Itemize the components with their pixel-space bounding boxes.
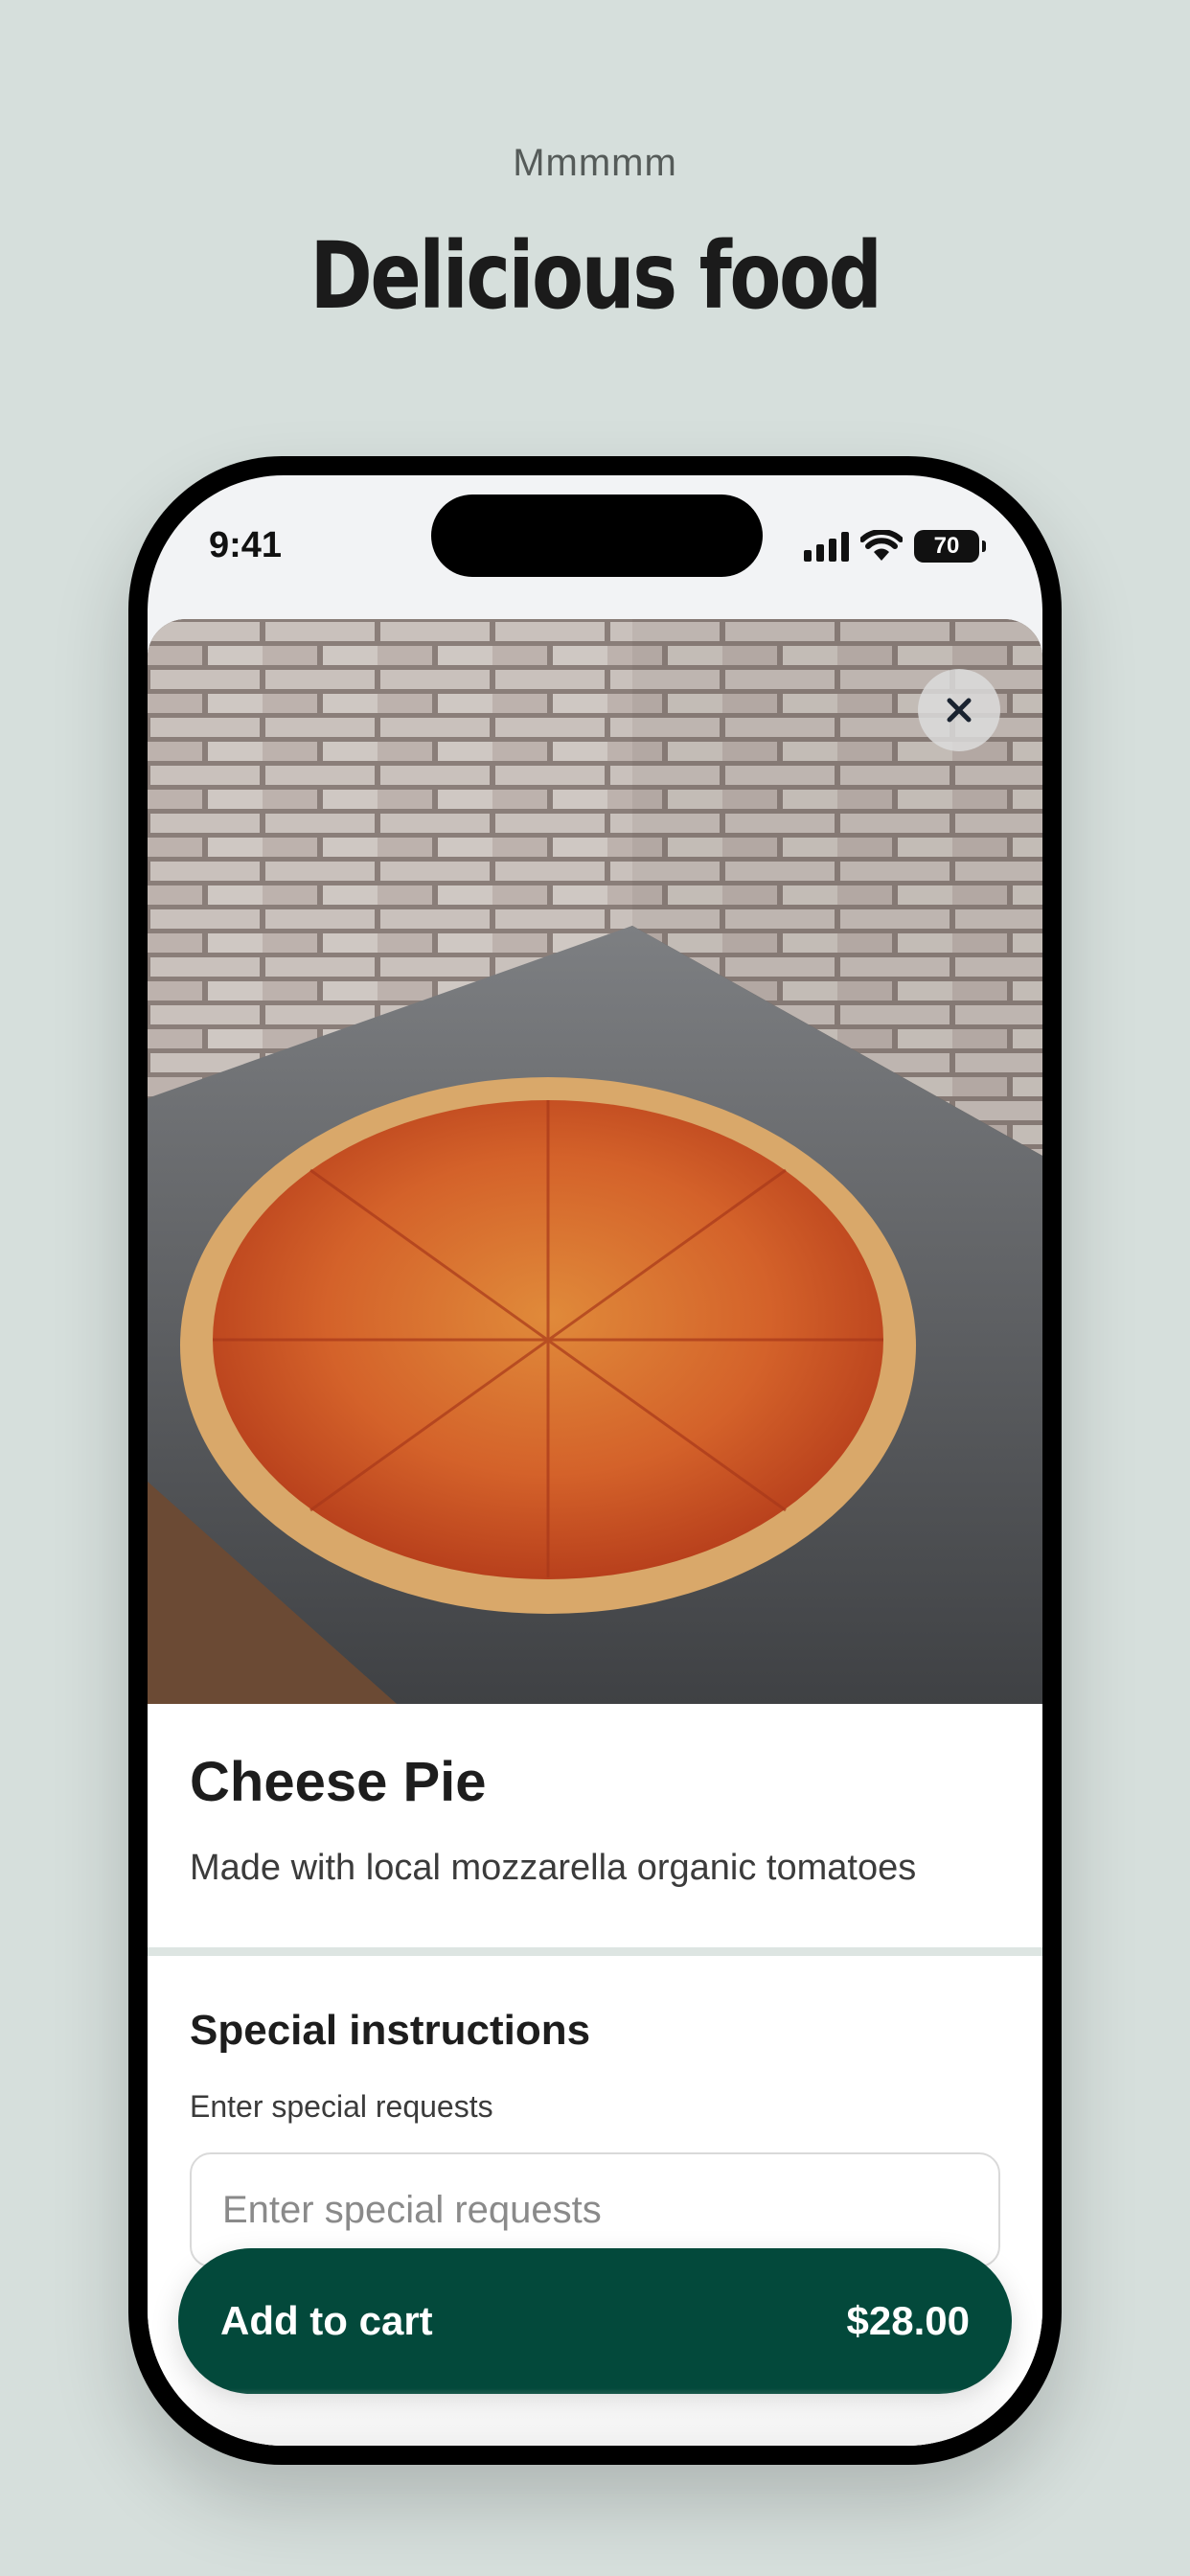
dynamic-island [431, 494, 763, 577]
home-indicator-area [148, 2388, 1042, 2446]
battery-icon: 70 [914, 530, 986, 563]
item-description: Made with local mozzarella organic tomat… [190, 1848, 917, 1888]
signal-icon [804, 531, 849, 562]
item-title: Cheese Pie [190, 1751, 487, 1813]
instructions-title: Special instructions [190, 2007, 591, 2054]
add-to-cart-label: Add to cart [220, 2298, 433, 2343]
item-sheet: Cheese Pie Made with local mozzarella or… [148, 619, 1042, 2446]
status-icons: 70 [804, 527, 986, 565]
phone-frame: 9:41 70 Cheese Pie Made with local mozza… [128, 456, 1062, 2465]
instructions-label: Enter special requests [190, 2089, 493, 2124]
pizza-photo [148, 619, 1042, 1704]
close-button[interactable] [918, 669, 1000, 751]
status-time: 9:41 [209, 525, 283, 565]
add-to-cart-button[interactable]: Add to cart $28.00 [178, 2248, 1012, 2394]
close-icon [947, 698, 972, 723]
page-headline: Delicious food [309, 222, 882, 330]
phone-screen: 9:41 70 Cheese Pie Made with local mozza… [148, 475, 1042, 2446]
section-divider [148, 1947, 1042, 1956]
cart-price: $28.00 [846, 2298, 970, 2343]
wifi-icon [860, 530, 903, 561]
page-kicker: Mmmmm [513, 142, 677, 184]
